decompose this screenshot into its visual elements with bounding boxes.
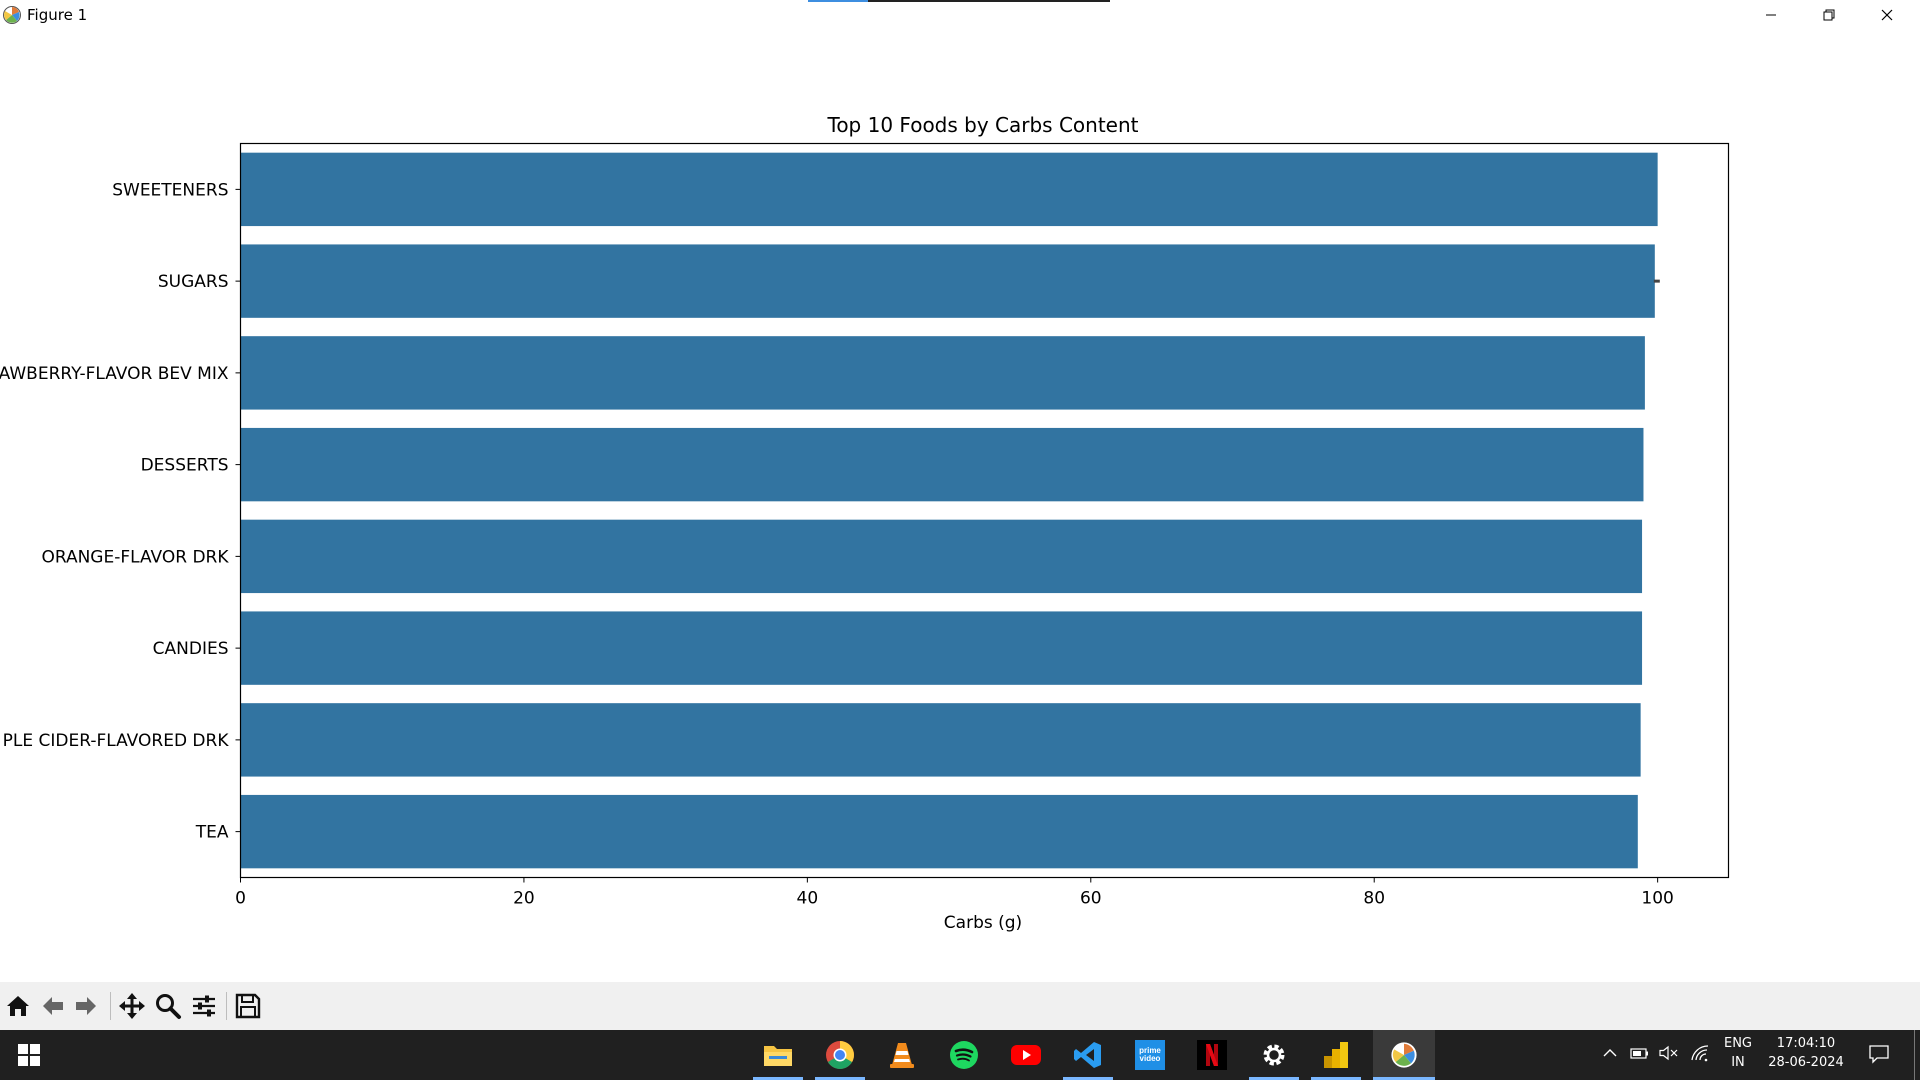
bar-6	[240, 703, 1641, 777]
taskbar-settings[interactable]	[1249, 1030, 1299, 1080]
y-ticks-layer: SWEETENERS SUGARS AWBERRY-FLAVOR BEV MIX DE…	[0, 180, 241, 843]
matplotlib-icon	[1391, 1042, 1417, 1068]
start-button[interactable]	[4, 1030, 54, 1080]
taskbar-file-explorer[interactable]	[753, 1030, 803, 1080]
window-titlebar: Figure 1	[0, 0, 1920, 30]
toolbar-separator	[226, 992, 227, 1020]
x-axis-label: Carbs (g)	[944, 913, 1022, 933]
toolbar-separator	[110, 992, 111, 1020]
taskbar-vlc[interactable]	[877, 1030, 927, 1080]
configure-subplots-icon	[193, 995, 215, 1017]
action-center-button[interactable]	[1868, 1044, 1890, 1068]
x-ticks-layer: 0 20 40 60 80 100	[235, 877, 1674, 909]
power-bi-icon	[1324, 1042, 1348, 1068]
clock-time: 17:04:10	[1776, 1036, 1836, 1051]
taskbar-netflix[interactable]	[1187, 1030, 1237, 1080]
home-button[interactable]	[2, 990, 34, 1022]
taskbar-prime-video[interactable]: prime video	[1125, 1030, 1175, 1080]
close-icon	[1881, 9, 1893, 21]
language-label: ENG	[1723, 1036, 1752, 1051]
y-tick-label: DESSERTS	[141, 456, 229, 476]
bars-layer	[240, 152, 1660, 869]
settings-icon	[1263, 1044, 1285, 1066]
network-status[interactable]	[1690, 1044, 1710, 1066]
pan-button[interactable]	[116, 990, 148, 1022]
home-icon	[7, 996, 29, 1016]
y-tick-label: SWEETENERS	[112, 180, 228, 200]
input-language[interactable]: ENG IN	[1718, 1036, 1758, 1070]
taskbar-youtube[interactable]	[1001, 1030, 1051, 1080]
title-accent-highlight	[808, 0, 868, 2]
taskbar-spotify[interactable]	[939, 1030, 989, 1080]
bar-5	[240, 611, 1643, 685]
zoom-icon	[156, 994, 181, 1019]
windows-taskbar: prime video ENG IN 17:04:10 28-06-2024	[0, 1030, 1920, 1080]
x-tick-label: 20	[513, 889, 535, 909]
pan-icon	[119, 993, 145, 1019]
save-icon	[235, 993, 261, 1019]
taskbar-power-bi[interactable]	[1311, 1030, 1361, 1080]
vscode-icon	[1074, 1042, 1101, 1068]
show-hidden-icons-button[interactable]	[1602, 1045, 1618, 1065]
close-button[interactable]	[1858, 0, 1916, 30]
bar-chart: Top 10 Foods by Carbs Content Carbs (g) …	[0, 113, 1730, 933]
forward-button[interactable]	[70, 990, 102, 1022]
windows-logo-icon	[18, 1044, 40, 1066]
bar-3	[240, 427, 1644, 502]
chart-title: Top 10 Foods by Carbs Content	[827, 113, 1139, 137]
taskbar-chrome[interactable]	[815, 1030, 865, 1080]
region-label: IN	[1731, 1055, 1745, 1070]
notification-icon	[1869, 1045, 1889, 1064]
wifi-icon	[1691, 1045, 1709, 1062]
y-tick-label: CANDIES	[153, 639, 229, 659]
volume-control[interactable]	[1659, 1045, 1679, 1065]
x-tick-label: 60	[1080, 889, 1102, 909]
navigation-toolbar	[0, 982, 1920, 1030]
taskbar-matplotlib[interactable]	[1373, 1030, 1435, 1080]
clock[interactable]: 17:04:10 28-06-2024	[1764, 1036, 1848, 1070]
bar-1	[240, 244, 1655, 318]
y-tick-label: SUGARS	[158, 272, 229, 292]
minimize-button[interactable]	[1742, 0, 1800, 30]
clock-date: 28-06-2024	[1768, 1055, 1844, 1070]
back-arrow-icon	[43, 997, 63, 1015]
configure-subplots-button[interactable]	[188, 990, 220, 1022]
y-tick-label: PLE CIDER-FLAVORED DRK	[3, 731, 230, 751]
save-button[interactable]	[232, 990, 264, 1022]
x-tick-label: 40	[797, 889, 819, 909]
bar-2	[240, 336, 1645, 410]
battery-icon	[1630, 1048, 1648, 1059]
show-desktop-divider	[1914, 1030, 1915, 1080]
window-title: Figure 1	[27, 6, 88, 24]
chevron-up-icon	[1603, 1049, 1617, 1057]
y-tick-label: TEA	[195, 823, 229, 843]
bar-4	[240, 519, 1643, 594]
restore-icon	[1823, 9, 1835, 21]
back-button[interactable]	[37, 990, 69, 1022]
restore-button[interactable]	[1800, 0, 1858, 30]
vlc-icon	[890, 1043, 914, 1068]
x-tick-label: 0	[235, 889, 246, 909]
minimize-icon	[1766, 14, 1776, 16]
netflix-icon	[1197, 1040, 1227, 1070]
bar-0	[240, 152, 1658, 227]
prime-video-label: prime video	[1139, 1046, 1161, 1063]
y-tick-label: ORANGE-FLAVOR DRK	[41, 547, 229, 567]
x-tick-label: 80	[1363, 889, 1385, 909]
battery-status[interactable]	[1630, 1045, 1650, 1065]
taskbar-vscode[interactable]	[1063, 1030, 1113, 1080]
youtube-icon	[1011, 1045, 1041, 1065]
x-tick-label: 100	[1641, 889, 1673, 909]
figure-canvas: Top 10 Foods by Carbs Content Carbs (g) …	[0, 30, 1920, 982]
bar-7	[240, 794, 1638, 869]
forward-arrow-icon	[76, 997, 96, 1015]
volume-muted-icon	[1659, 1045, 1678, 1061]
matplotlib-app-icon	[3, 6, 21, 24]
y-tick-label: AWBERRY-FLAVOR BEV MIX	[0, 364, 229, 384]
spotify-icon	[950, 1041, 978, 1069]
prime-video-icon: prime video	[1135, 1040, 1165, 1070]
file-explorer-icon	[764, 1046, 792, 1066]
chrome-icon	[826, 1041, 854, 1069]
zoom-button[interactable]	[152, 990, 184, 1022]
